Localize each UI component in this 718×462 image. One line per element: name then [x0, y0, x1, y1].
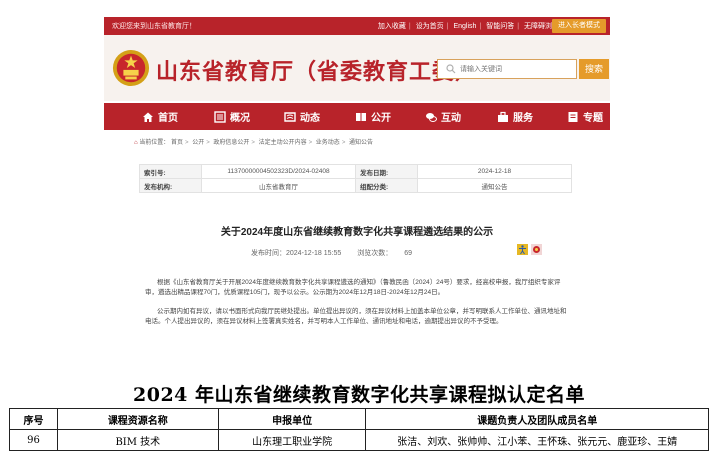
views-count: 69 [404, 250, 413, 257]
search-box [437, 59, 577, 79]
welcome-text: 欢迎您来到山东省教育厅！ [112, 23, 196, 30]
table-header-row: 序号 课程资源名称 申报单位 课题负责人及团队成员名单 [9, 408, 709, 430]
service-icon [498, 111, 508, 122]
breadcrumb-home[interactable]: 首页 [171, 140, 183, 146]
nav-item-home[interactable]: 首页 [142, 103, 178, 130]
site-title: 山东省教育厅（省委教育工委） [156, 60, 479, 85]
header-index: 序号 [9, 408, 58, 430]
link-english[interactable]: English [453, 23, 476, 30]
cell-unit: 山东理工职业学院 [217, 429, 367, 451]
elder-mode-button[interactable]: 进入长者模式 [552, 19, 606, 33]
breadcrumb-prefix: 当前位置： [139, 140, 170, 146]
table-row: 96 BIM 技术 山东理工职业学院 张洁、刘欢、张帅帅、江小苯、王怀珠、张元元… [9, 429, 709, 451]
meta-index-label: 索引号: [139, 164, 202, 179]
search-icon [446, 64, 456, 74]
home-icon [143, 112, 153, 122]
cell-course-name: BIM 技术 [56, 429, 219, 451]
open-icon [356, 112, 366, 121]
breadcrumb-gov-info[interactable]: 政府信息公开 [213, 140, 249, 146]
info-meta-table: 索引号: 11370000004502323D/2024-02408 发布日期:… [139, 164, 572, 193]
link-set-home[interactable]: 设为首页 [416, 23, 444, 30]
meta-date-value: 2024-12-18 [417, 164, 572, 179]
header-course-name: 课程资源名称 [56, 408, 219, 430]
breadcrumb-business[interactable]: 业务动态 [316, 140, 340, 146]
top-bar: 欢迎您来到山东省教育厅！ 加入收藏 | 设为首页 | English | 智能问答 | … [104, 17, 610, 35]
meta-org-value: 山东省教育厅 [201, 178, 356, 193]
overview-icon [214, 110, 226, 123]
nav-item-news[interactable]: 动态 [284, 103, 320, 130]
nav-item-open[interactable]: 公开 [355, 103, 391, 130]
print-icon[interactable] [531, 244, 542, 255]
link-favorite[interactable]: 加入收藏 [378, 23, 406, 30]
location-icon: ⌂ [134, 140, 138, 146]
national-emblem-icon [112, 49, 150, 87]
meta-date-label: 发布日期: [355, 164, 418, 179]
meta-category-label: 组配分类: [355, 178, 418, 193]
cell-team: 张洁、刘欢、张帅帅、江小苯、王怀珠、张元元、鹿亚珍、王婧 [365, 429, 709, 451]
nav-item-interact[interactable]: 互动 [425, 103, 461, 130]
breadcrumb-open[interactable]: 公开 [192, 140, 204, 146]
breadcrumb-statutory[interactable]: 法定主动公开内容 [259, 140, 307, 146]
divider: | [479, 23, 482, 30]
divider: | [446, 23, 449, 30]
meta-category-value: 通知公告 [417, 178, 572, 193]
article-info: 发布时间：2024-12-18 15:55 浏览次数： 69 [251, 248, 412, 258]
course-list-table: 序号 课程资源名称 申报单位 课题负责人及团队成员名单 96 BIM 技术 山东… [9, 408, 709, 451]
search-button[interactable]: 搜索 [579, 59, 609, 79]
accessibility-icon[interactable] [517, 244, 528, 255]
publish-label: 发布时间： [251, 250, 286, 257]
site-header: 山东省教育厅（省委教育工委） 搜索 [104, 35, 610, 101]
share-icons [517, 244, 542, 255]
topic-icon [568, 111, 578, 122]
meta-index-value: 11370000004502323D/2024-02408 [201, 164, 356, 179]
article-title: 关于2024年度山东省继续教育数字化共享课程遴选结果的公示 [220, 227, 494, 238]
nav-item-topic[interactable]: 专题 [567, 103, 603, 130]
nav-item-overview[interactable]: 概况 [214, 103, 250, 130]
meta-org-label: 发布机构: [139, 178, 202, 193]
article-paragraph-2: 公示期内如有异议，请以书面形式向我厅民继处提出。单位提出异议的，须在异议材料上加… [145, 308, 567, 325]
publish-time: 2024-12-18 15:55 [286, 250, 342, 257]
divider: | [408, 23, 411, 30]
divider: | [517, 23, 520, 30]
breadcrumb-notice[interactable]: 通知公告 [349, 140, 373, 146]
news-icon [284, 111, 296, 122]
views-label: 浏览次数： [357, 250, 393, 257]
interact-icon [426, 112, 437, 122]
cell-index: 96 [9, 429, 58, 451]
link-smart-qa[interactable]: 智能问答 [486, 23, 514, 30]
top-links: 加入收藏 | 设为首页 | English | 智能问答 | 无障碍浏览 [375, 21, 562, 31]
search-input[interactable] [460, 62, 570, 76]
article-paragraph-1: 根据《山东省教育厅关于开展2024年度继续教育数字化共享课程遴选的通知》（鲁教民… [145, 279, 561, 296]
header-unit: 申报单位 [217, 408, 367, 430]
header-team: 课题负责人及团队成员名单 [365, 408, 709, 430]
list-title: 2024 年山东省继续教育数字化共享课程拟认定名单 [133, 384, 585, 406]
breadcrumb: ⌂ 当前位置： 首页 > 公开 > 政府信息公开 > 法定主动公开内容 > 业务动态 > … [134, 140, 374, 146]
nav-item-service[interactable]: 服务 [497, 103, 533, 130]
main-nav: 首页 概况 动态 公开 互动 服务 专题 [104, 103, 610, 130]
